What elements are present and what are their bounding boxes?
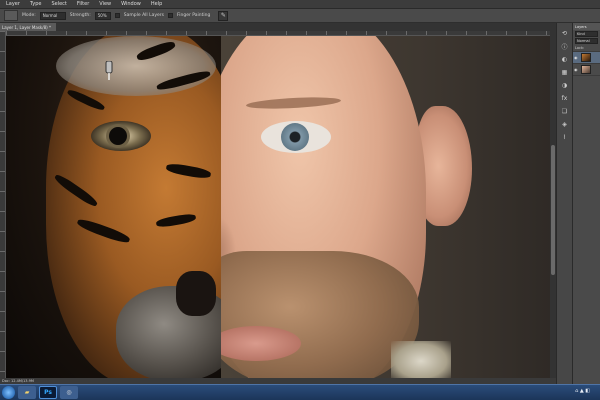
paths-icon[interactable]: ⌇ [560, 133, 570, 141]
menu-help[interactable]: Help [151, 1, 162, 7]
mouth [211, 326, 301, 361]
tiger-nose [176, 271, 216, 316]
start-button[interactable] [2, 386, 15, 399]
channels-icon[interactable]: ◈ [560, 120, 570, 128]
sample-all-layers-label: Sample All Layers [123, 13, 164, 18]
collar [391, 341, 451, 378]
blend-mode-select[interactable]: Normal [575, 38, 598, 44]
panel-icon-strip: ⟲ ⓘ ◐ ▦ ◑ fx ❏ ◈ ⌇ [556, 23, 572, 384]
tiger-forehead [56, 36, 216, 96]
layer-row-man[interactable]: ◉ [573, 64, 600, 76]
layer-row-tiger[interactable]: ◉ [573, 52, 600, 64]
layers-tab[interactable]: Layers [573, 23, 600, 30]
kind-filter[interactable]: Kind [575, 31, 598, 37]
menu-view[interactable]: View [99, 1, 111, 7]
finger-painting-label: Finger Painting [176, 13, 211, 18]
layers-panel: Layers Kind Normal Lock: ◉ ◉ [572, 23, 600, 384]
tiger-half [6, 36, 221, 378]
photoshop-icon[interactable]: Ps [39, 386, 57, 399]
visibility-eye-icon[interactable]: ◉ [574, 67, 579, 72]
layers-icon[interactable]: ❏ [560, 107, 570, 115]
strength-label: Strength: [69, 13, 91, 18]
tool-preset-picker[interactable] [4, 10, 18, 21]
color-icon[interactable]: ◐ [560, 55, 570, 63]
finger-painting-checkbox[interactable] [167, 13, 173, 18]
system-tray[interactable]: ⌂ ▲ ◧ [575, 388, 590, 394]
document-tab-bar: Layer 1, Layer Mask/8) * [0, 23, 556, 31]
menu-filter[interactable]: Filter [77, 1, 89, 7]
tiger-pupil [109, 127, 127, 145]
mode-label: Mode: [22, 13, 36, 18]
layer-thumbnail [581, 53, 591, 62]
info-icon[interactable]: ⓘ [560, 42, 570, 51]
history-icon[interactable]: ⟲ [560, 29, 570, 37]
strength-input[interactable]: 50% [94, 11, 111, 20]
pressure-icon[interactable]: ✎ [218, 10, 229, 21]
menu-window[interactable]: Window [121, 1, 141, 7]
menu-bar: Layer Type Select Filter View Window Hel… [0, 0, 600, 9]
menu-select[interactable]: Select [51, 1, 66, 7]
sample-all-layers-checkbox[interactable] [114, 13, 120, 18]
app-icon[interactable]: ◎ [60, 386, 78, 399]
swatches-icon[interactable]: ▦ [560, 68, 570, 76]
doc-size-text: Doc: 12.4M/13.9M [2, 379, 34, 383]
man-iris [281, 123, 309, 151]
styles-icon[interactable]: fx [560, 94, 570, 102]
lock-row: Lock: [573, 45, 600, 52]
layer-thumbnail [581, 65, 591, 74]
smudge-cursor-icon [105, 61, 113, 80]
adjust-icon[interactable]: ◑ [560, 81, 570, 89]
menu-type[interactable]: Type [30, 1, 41, 7]
menu-layer[interactable]: Layer [6, 1, 20, 7]
explorer-icon[interactable]: ▰ [18, 386, 36, 399]
windows-taskbar: ▰ Ps ◎ ⌂ ▲ ◧ [0, 384, 600, 400]
vertical-scroll-thumb[interactable] [551, 145, 555, 275]
document-tab[interactable]: Layer 1, Layer Mask/8) * [0, 23, 56, 31]
visibility-eye-icon[interactable]: ◉ [574, 55, 579, 60]
lock-label: Lock: [575, 46, 585, 50]
mode-select[interactable]: Normal [39, 11, 66, 20]
options-bar: Mode: Normal Strength: 50% Sample All La… [0, 9, 600, 23]
canvas[interactable] [6, 36, 550, 378]
